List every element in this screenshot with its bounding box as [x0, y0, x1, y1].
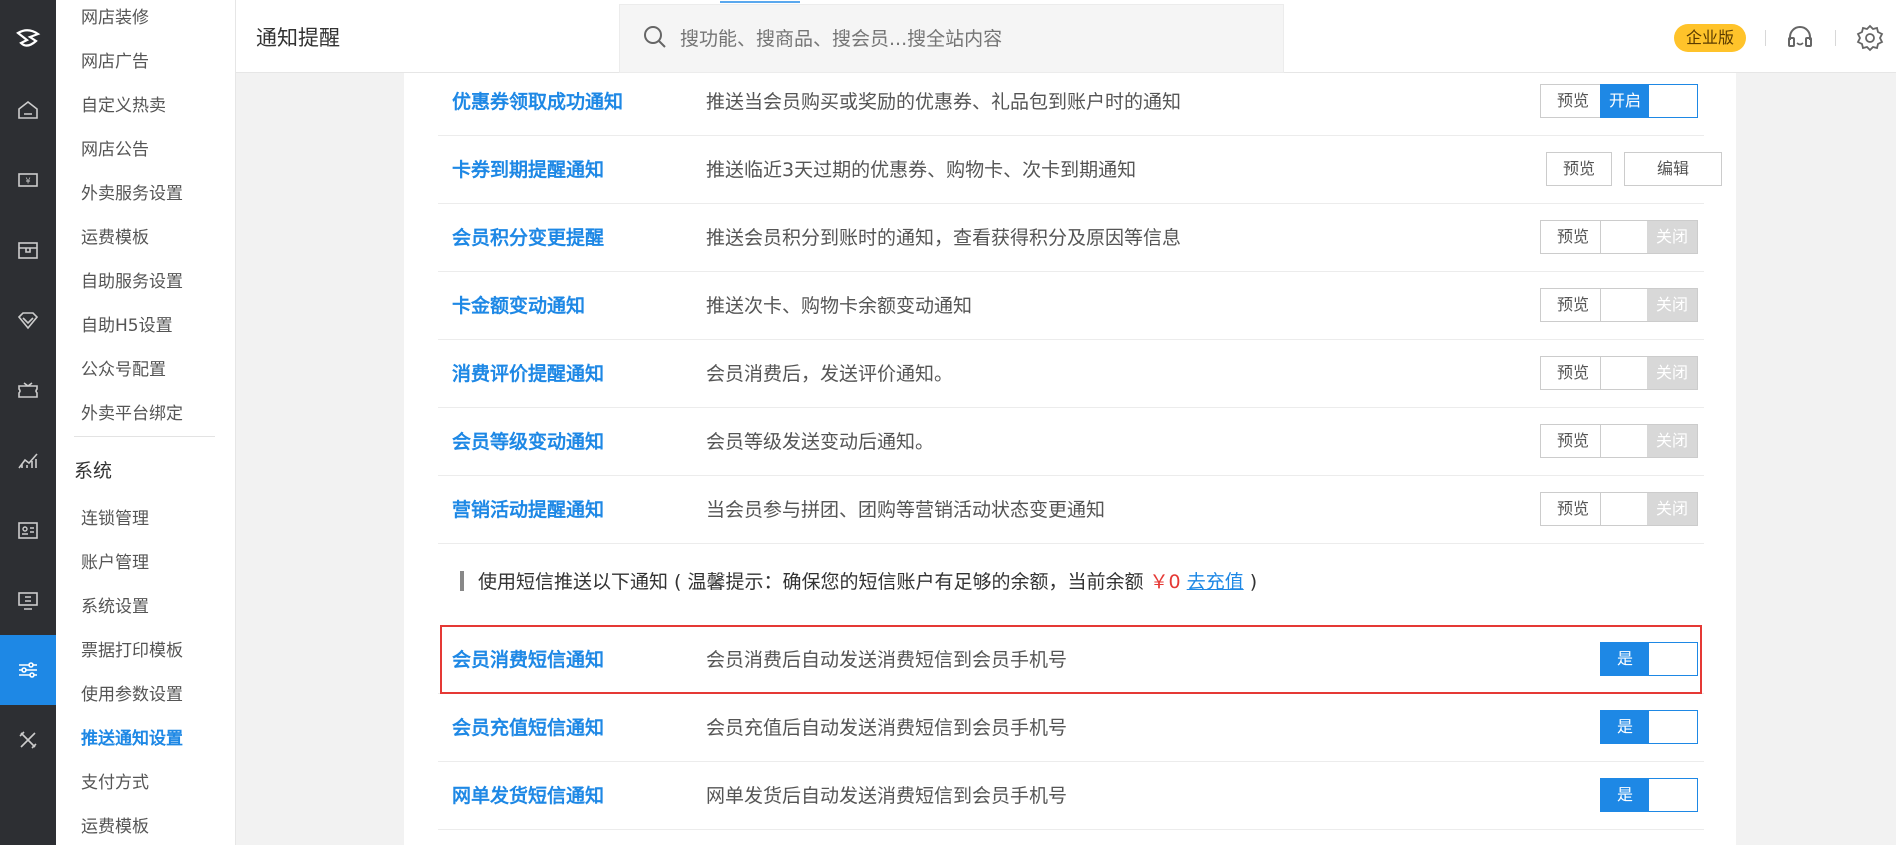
notification-name: 会员充值短信通知	[452, 717, 605, 739]
sms-toggle[interactable]: 是	[1600, 778, 1698, 812]
notification-desc: 推送次卡、购物卡余额变动通知	[706, 295, 973, 317]
gear-icon[interactable]	[1853, 21, 1887, 55]
sms-section-note: 使用短信推送以下通知 ( 温馨提示：确保您的短信账户有足够的余额，当前余额 ￥0…	[460, 567, 1257, 597]
notification-row: 会员积分变更提醒 推送会员积分到账时的通知，查看获得积分及原因等信息 预览 关闭	[438, 204, 1704, 272]
settings-sliders-icon[interactable]	[0, 635, 56, 705]
submenu-item[interactable]: 自助H5设置	[56, 304, 235, 348]
preview-button[interactable]: 预览	[1540, 492, 1606, 526]
logo-icon[interactable]	[0, 0, 56, 75]
notification-row: 消费评价提醒通知 会员消费后，发送评价通知。 预览 关闭	[438, 340, 1704, 408]
coupon-icon[interactable]	[0, 355, 56, 425]
submenu-item[interactable]: 连锁管理	[56, 497, 235, 541]
submenu-item[interactable]: 网店装修	[56, 0, 235, 40]
notification-name: 卡券到期提醒通知	[452, 159, 605, 181]
submenu-item[interactable]: 公众号配置	[56, 348, 235, 392]
sms-notification-row: 网单发货短信通知 网单发货后自动发送消费短信到会员手机号 是	[438, 762, 1704, 830]
card-icon[interactable]	[0, 495, 56, 565]
page-title: 通知提醒	[256, 26, 340, 50]
section-marker	[460, 571, 464, 591]
submenu-item[interactable]: 网店广告	[56, 40, 235, 84]
edit-button[interactable]: 编辑	[1624, 152, 1722, 186]
header-divider	[1765, 30, 1766, 46]
notification-name: 优惠券领取成功通知	[452, 91, 624, 113]
notification-name: 消费评价提醒通知	[452, 363, 605, 385]
notification-row: 营销活动提醒通知 当会员参与拼团、团购等营销活动状态变更通知 预览 关闭	[438, 476, 1704, 544]
preview-button[interactable]: 预览	[1540, 424, 1606, 458]
top-header: 通知提醒 企业版	[236, 0, 1896, 73]
submenu-item[interactable]: 支付方式	[56, 761, 235, 805]
home-icon[interactable]	[0, 75, 56, 145]
sms-note-text: 使用短信推送以下通知 ( 温馨提示：确保您的短信账户有足够的余额，当前余额	[478, 571, 1144, 593]
submenu-item[interactable]: 运费模板	[56, 805, 235, 845]
submenu-item[interactable]: 外卖服务设置	[56, 172, 235, 216]
app-root: ¥ 网店装修 网店广告 自定义热卖 网店公告 外卖服务设置 运费模板 自助服务设…	[0, 0, 1896, 845]
preview-button[interactable]: 预览	[1540, 220, 1606, 254]
sms-note-suffix: )	[1249, 571, 1258, 593]
enable-toggle[interactable]: 开启	[1600, 84, 1698, 118]
preview-button[interactable]: 预览	[1540, 356, 1606, 390]
notification-desc: 当会员参与拼团、团购等营销活动状态变更通知	[706, 499, 1106, 521]
notification-desc: 会员充值后自动发送消费短信到会员手机号	[706, 717, 1068, 739]
submenu-item[interactable]: 使用参数设置	[56, 673, 235, 717]
recharge-link[interactable]: 去充值	[1187, 571, 1244, 593]
cash-icon[interactable]: ¥	[0, 145, 56, 215]
notification-desc: 会员等级发送变动后通知。	[706, 431, 935, 453]
svg-text:¥: ¥	[25, 177, 30, 186]
search-accent-line	[720, 1, 800, 3]
header-divider	[1835, 30, 1836, 46]
screen-icon[interactable]	[0, 565, 56, 635]
submenu-group-label: 系统	[74, 460, 113, 482]
preview-button[interactable]: 预览	[1546, 152, 1612, 186]
submenu-item[interactable]: 自助服务设置	[56, 260, 235, 304]
notification-name: 网单发货短信通知	[452, 785, 605, 807]
sms-toggle[interactable]: 是	[1600, 710, 1698, 744]
enable-toggle[interactable]: 关闭	[1600, 424, 1698, 458]
member-icon[interactable]	[0, 285, 56, 355]
enable-toggle[interactable]: 关闭	[1600, 492, 1698, 526]
search-icon[interactable]	[642, 24, 668, 54]
notification-desc: 会员消费后，发送评价通知。	[706, 363, 954, 385]
preview-button[interactable]: 预览	[1540, 288, 1606, 322]
submenu-item[interactable]: 网店公告	[56, 128, 235, 172]
chart-icon[interactable]	[0, 425, 56, 495]
enable-toggle[interactable]: 关闭	[1600, 356, 1698, 390]
notification-name: 会员积分变更提醒	[452, 227, 605, 249]
notification-name: 卡金额变动通知	[452, 295, 586, 317]
notification-row: 会员等级变动通知 会员等级发送变动后通知。 预览 关闭	[438, 408, 1704, 476]
search-input[interactable]	[680, 27, 1240, 50]
submenu-item-active[interactable]: 推送通知设置	[56, 717, 235, 761]
enable-toggle[interactable]: 关闭	[1600, 288, 1698, 322]
notification-name: 会员等级变动通知	[452, 431, 605, 453]
notification-name: 营销活动提醒通知	[452, 499, 605, 521]
edition-badge: 企业版	[1674, 24, 1747, 52]
submenu-item[interactable]: 自定义热卖	[56, 84, 235, 128]
notification-row: 卡金额变动通知 推送次卡、购物卡余额变动通知 预览 关闭	[438, 272, 1704, 340]
notification-desc: 推送会员积分到账时的通知，查看获得积分及原因等信息	[706, 227, 1182, 249]
submenu-item[interactable]: 账户管理	[56, 541, 235, 585]
submenu-item[interactable]: 运费模板	[56, 216, 235, 260]
notification-desc: 网单发货后自动发送消费短信到会员手机号	[706, 785, 1068, 807]
notification-row: 优惠券领取成功通知 推送当会员购买或奖励的优惠券、礼品包到账户时的通知 预览 开…	[438, 68, 1704, 136]
headset-icon[interactable]	[1783, 21, 1817, 55]
goods-icon[interactable]	[0, 215, 56, 285]
notification-row: 卡券到期提醒通知 推送临近3天过期的优惠券、购物卡、次卡到期通知 预览 编辑	[438, 136, 1722, 204]
notification-desc: 推送当会员购买或奖励的优惠券、礼品包到账户时的通知	[706, 91, 1182, 113]
search-box[interactable]	[619, 1, 1284, 73]
icon-rail: ¥	[0, 0, 56, 845]
notification-settings-panel: 优惠券领取成功通知 推送当会员购买或奖励的优惠券、礼品包到账户时的通知 预览 开…	[404, 73, 1736, 845]
submenu-item[interactable]: 系统设置	[56, 585, 235, 629]
submenu-item[interactable]: 外卖平台绑定	[56, 392, 235, 436]
notification-desc: 推送临近3天过期的优惠券、购物卡、次卡到期通知	[706, 159, 1137, 181]
enable-toggle[interactable]: 关闭	[1600, 220, 1698, 254]
sms-notification-row: 会员充值短信通知 会员充值后自动发送消费短信到会员手机号 是	[438, 694, 1704, 762]
tools-icon[interactable]	[0, 705, 56, 775]
sms-balance: ￥0	[1149, 571, 1181, 593]
highlight-box	[440, 625, 1702, 694]
sub-menu: 网店装修 网店广告 自定义热卖 网店公告 外卖服务设置 运费模板 自助服务设置 …	[56, 0, 236, 845]
submenu-item[interactable]: 票据打印模板	[56, 629, 235, 673]
preview-button[interactable]: 预览	[1540, 84, 1606, 118]
